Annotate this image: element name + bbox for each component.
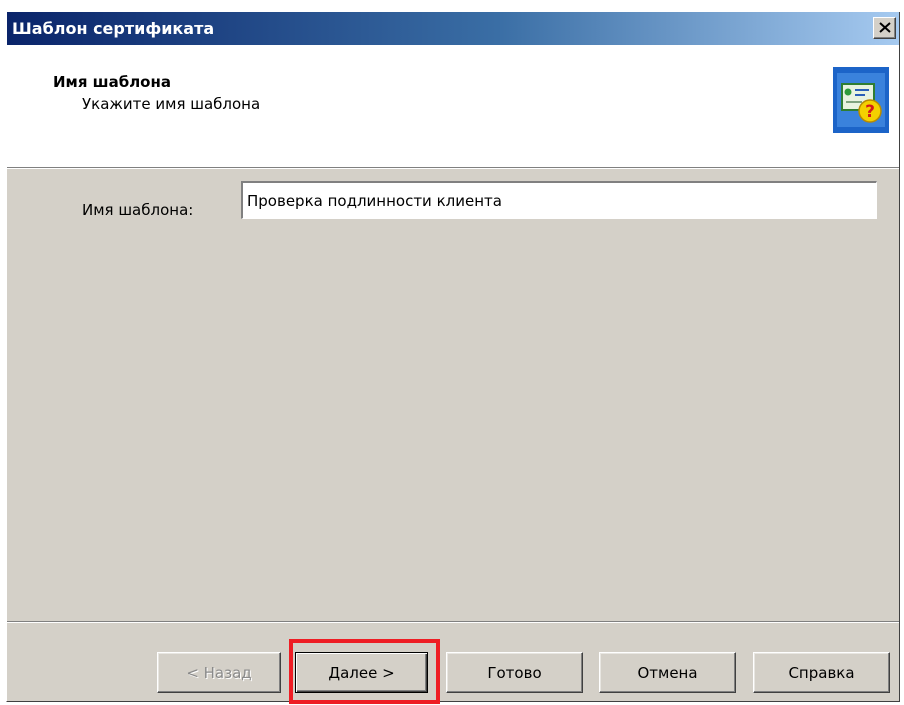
certificate-template-dialog: Шаблон сертификата Имя шаблона Укажите и… <box>6 12 900 704</box>
page-title: Имя шаблона <box>53 73 171 91</box>
wizard-header: Имя шаблона Укажите имя шаблона ? <box>7 45 899 168</box>
back-button[interactable]: < Назад <box>157 652 281 693</box>
close-button[interactable] <box>873 17 896 39</box>
page-subtitle: Укажите имя шаблона <box>82 95 261 113</box>
title-bar[interactable]: Шаблон сертификата <box>7 12 899 45</box>
finish-button[interactable]: Готово <box>446 652 583 693</box>
template-name-label: Имя шаблона: <box>82 201 194 219</box>
close-icon <box>879 22 891 33</box>
certificate-question-icon: ? <box>833 67 889 133</box>
svg-text:?: ? <box>865 102 875 122</box>
button-separator <box>7 621 899 623</box>
help-button[interactable]: Справка <box>753 652 890 693</box>
template-name-input[interactable] <box>241 181 877 219</box>
next-button[interactable]: Далее > <box>295 652 428 693</box>
cancel-button[interactable]: Отмена <box>599 652 736 693</box>
window-title: Шаблон сертификата <box>12 19 215 38</box>
